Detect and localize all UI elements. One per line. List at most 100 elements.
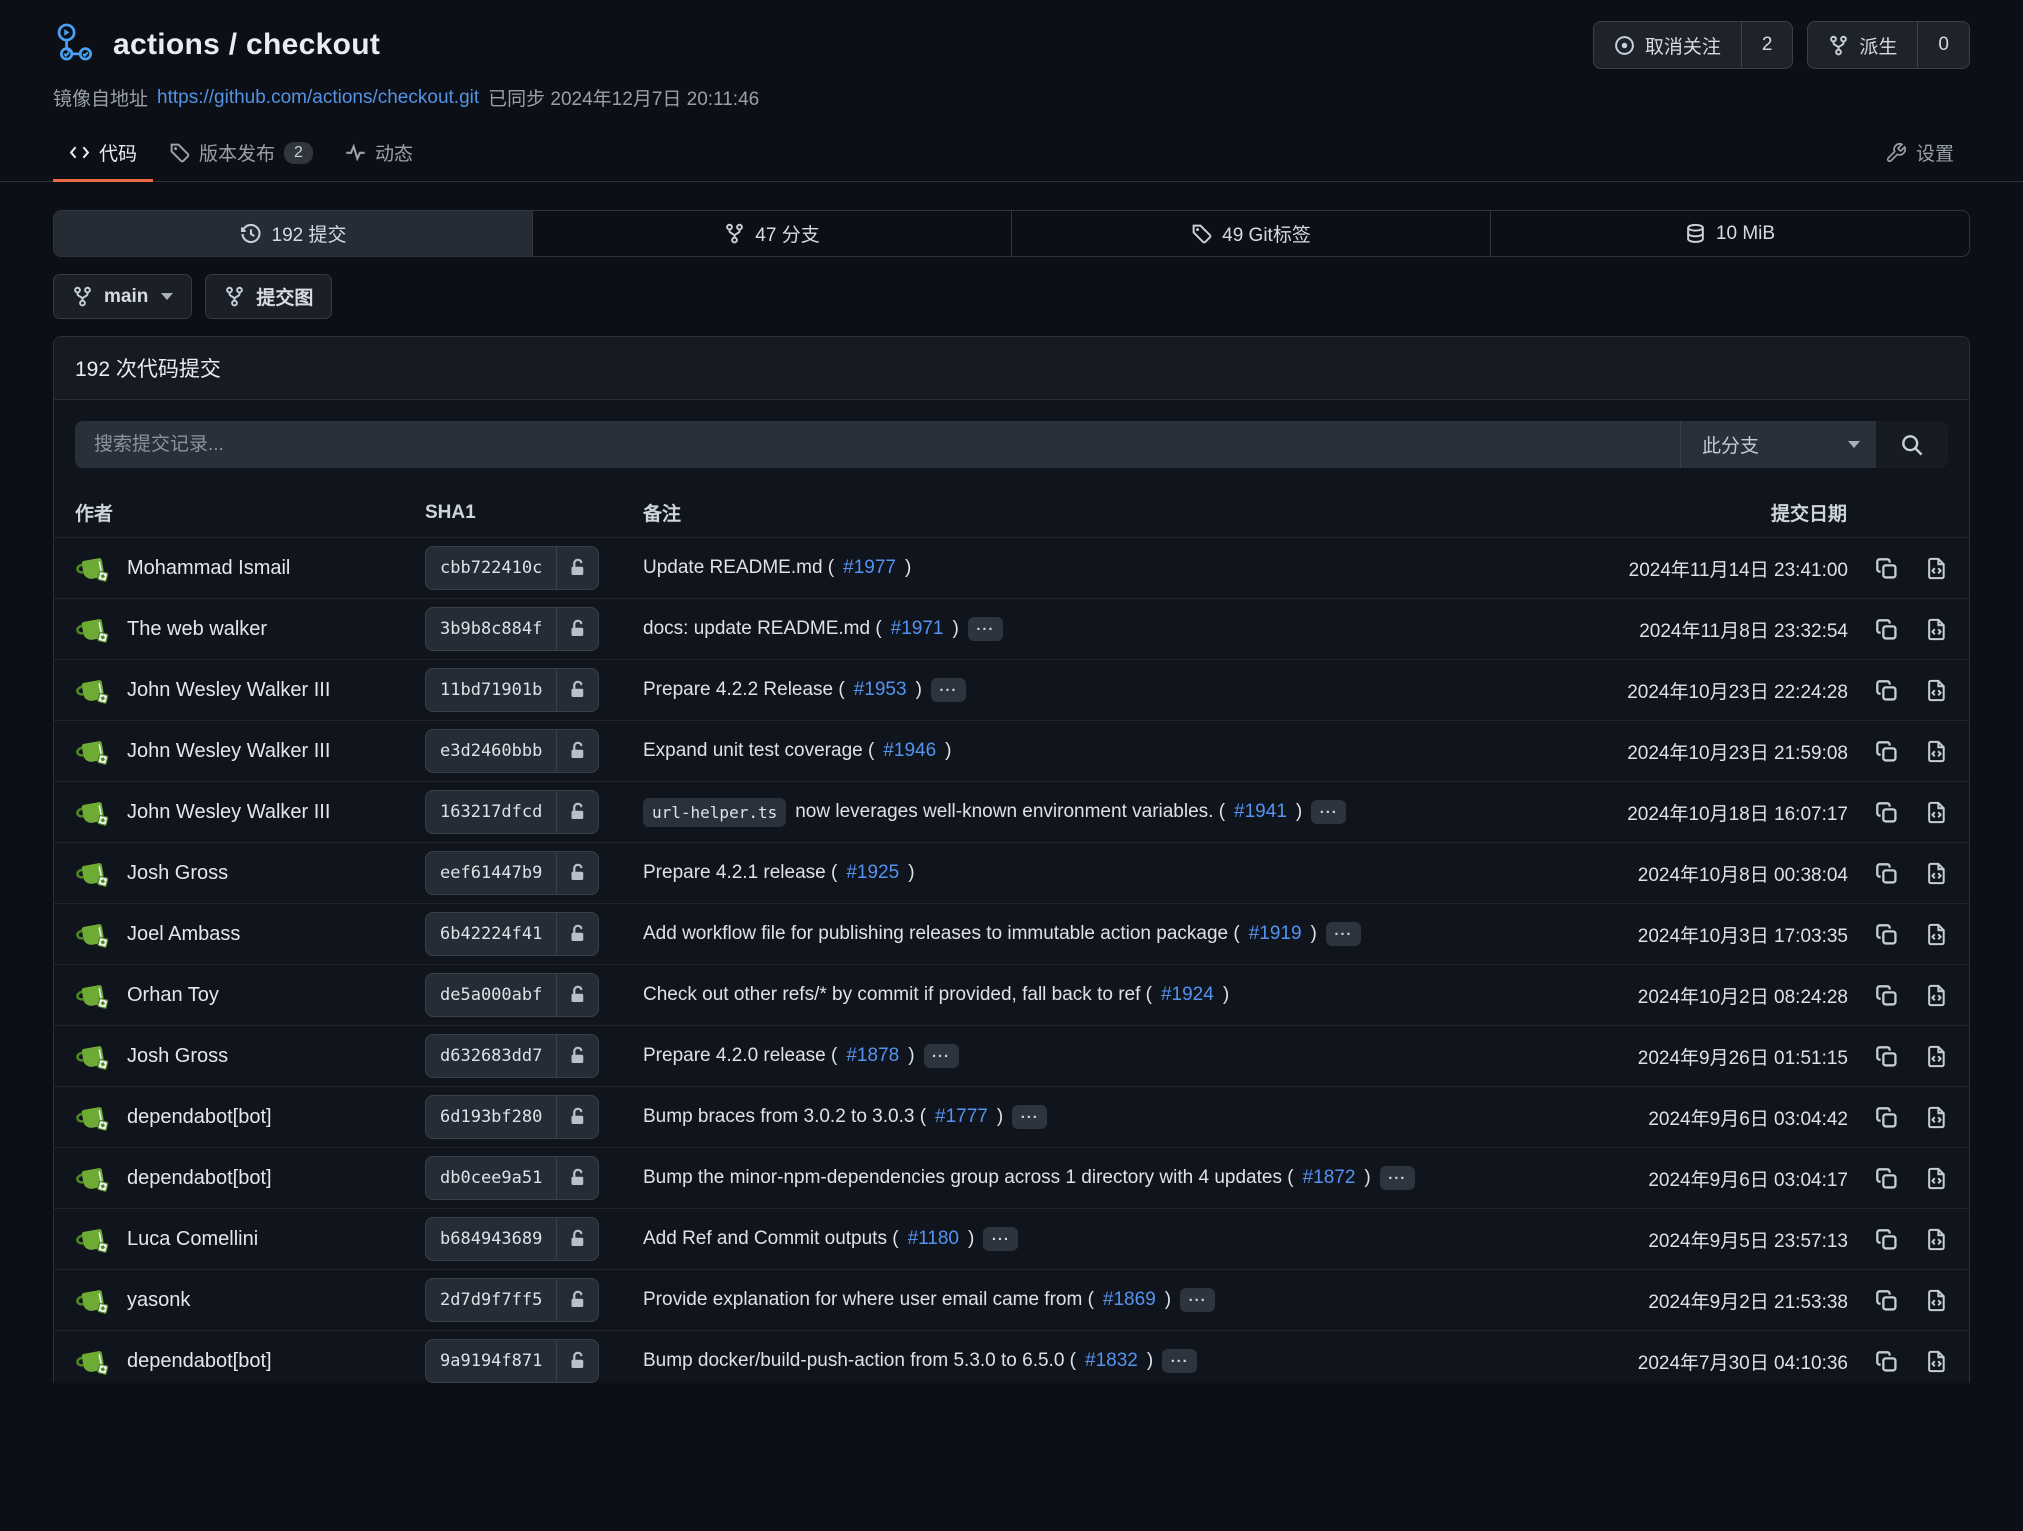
tab-code[interactable]: 代码 — [53, 129, 153, 181]
pr-link[interactable]: #1872 — [1303, 1167, 1356, 1189]
copy-sha-icon[interactable] — [1875, 862, 1898, 885]
copy-sha-icon[interactable] — [1875, 923, 1898, 946]
stat-branches[interactable]: 47 分支 — [532, 211, 1011, 256]
copy-sha-icon[interactable] — [1875, 984, 1898, 1007]
copy-sha-icon[interactable] — [1875, 618, 1898, 641]
view-file-icon[interactable] — [1925, 1045, 1948, 1068]
commit-sha-badge[interactable]: d632683dd7 — [425, 1034, 599, 1078]
commit-author[interactable]: dependabot[bot] — [127, 1167, 272, 1190]
pr-link[interactable]: #1946 — [883, 740, 936, 762]
commit-sha-badge[interactable]: 6b42224f41 — [425, 912, 599, 956]
commit-author[interactable]: The web walker — [127, 618, 267, 641]
commit-author[interactable]: John Wesley Walker III — [127, 801, 330, 824]
expand-commit-button[interactable]: ··· — [1012, 1105, 1047, 1129]
copy-sha-icon[interactable] — [1875, 557, 1898, 580]
commit-sha-badge[interactable]: 11bd71901b — [425, 668, 599, 712]
pr-link[interactable]: #1925 — [846, 862, 899, 884]
commit-sha-badge[interactable]: e3d2460bbb — [425, 729, 599, 773]
expand-commit-button[interactable]: ··· — [1326, 922, 1361, 946]
commit-sha-badge[interactable]: de5a000abf — [425, 973, 599, 1017]
copy-sha-icon[interactable] — [1875, 1167, 1898, 1190]
pr-link[interactable]: #1977 — [843, 557, 896, 579]
search-input[interactable] — [75, 421, 1680, 468]
copy-sha-icon[interactable] — [1875, 1045, 1898, 1068]
expand-commit-button[interactable]: ··· — [968, 617, 1003, 641]
commit-author[interactable]: dependabot[bot] — [127, 1106, 272, 1129]
commit-author[interactable]: dependabot[bot] — [127, 1350, 272, 1373]
tab-activity[interactable]: 动态 — [329, 129, 429, 181]
tab-settings[interactable]: 设置 — [1869, 129, 1970, 181]
view-file-icon[interactable] — [1925, 740, 1948, 763]
forks-count[interactable]: 0 — [1917, 22, 1969, 68]
copy-sha-icon[interactable] — [1875, 1106, 1898, 1129]
commit-sha-badge[interactable]: 3b9b8c884f — [425, 607, 599, 651]
pr-link[interactable]: #1953 — [854, 679, 907, 701]
commit-sha-badge[interactable]: 9a9194f871 — [425, 1339, 599, 1383]
view-file-icon[interactable] — [1925, 679, 1948, 702]
view-file-icon[interactable] — [1925, 557, 1948, 580]
pr-link[interactable]: #1878 — [846, 1045, 899, 1067]
expand-commit-button[interactable]: ··· — [931, 678, 966, 702]
pr-link[interactable]: #1180 — [908, 1228, 959, 1250]
copy-sha-icon[interactable] — [1875, 1228, 1898, 1251]
copy-sha-icon[interactable] — [1875, 740, 1898, 763]
author-avatar-teacup-icon — [75, 1160, 112, 1197]
commit-author[interactable]: Joel Ambass — [127, 923, 240, 946]
stat-tags[interactable]: 49 Git标签 — [1011, 211, 1490, 256]
mirror-url-link[interactable]: https://github.com/actions/checkout.git — [157, 87, 479, 109]
pr-link[interactable]: #1971 — [891, 618, 944, 640]
commit-author[interactable]: John Wesley Walker III — [127, 740, 330, 763]
branch-selector[interactable]: main — [53, 274, 192, 319]
pr-link[interactable]: #1869 — [1103, 1289, 1156, 1311]
branch-filter-dropdown[interactable]: 此分支 — [1680, 421, 1876, 468]
view-file-icon[interactable] — [1925, 1289, 1948, 1312]
expand-commit-button[interactable]: ··· — [1180, 1288, 1215, 1312]
stat-size[interactable]: 10 MiB — [1490, 211, 1969, 256]
view-file-icon[interactable] — [1925, 1350, 1948, 1373]
commit-sha-badge[interactable]: eef61447b9 — [425, 851, 599, 895]
commit-author[interactable]: Luca Comellini — [127, 1228, 258, 1251]
commit-sha-badge[interactable]: 6d193bf280 — [425, 1095, 599, 1139]
expand-commit-button[interactable]: ··· — [924, 1044, 959, 1068]
watchers-count[interactable]: 2 — [1741, 22, 1793, 68]
copy-sha-icon[interactable] — [1875, 801, 1898, 824]
view-file-icon[interactable] — [1925, 1228, 1948, 1251]
commit-sha-badge[interactable]: 2d7d9f7ff5 — [425, 1278, 599, 1322]
commit-sha-badge[interactable]: b684943689 — [425, 1217, 599, 1261]
view-file-icon[interactable] — [1925, 1167, 1948, 1190]
search-button[interactable] — [1876, 421, 1948, 468]
pr-link[interactable]: #1832 — [1085, 1350, 1138, 1372]
view-file-icon[interactable] — [1925, 801, 1948, 824]
commit-sha-badge[interactable]: cbb722410c — [425, 546, 599, 590]
copy-sha-icon[interactable] — [1875, 1350, 1898, 1373]
copy-sha-icon[interactable] — [1875, 1289, 1898, 1312]
fork-button[interactable]: 派生 — [1808, 22, 1917, 68]
view-file-icon[interactable] — [1925, 923, 1948, 946]
view-file-icon[interactable] — [1925, 1106, 1948, 1129]
commit-author[interactable]: John Wesley Walker III — [127, 679, 330, 702]
commit-author[interactable]: Josh Gross — [127, 1045, 228, 1068]
expand-commit-button[interactable]: ··· — [1311, 800, 1346, 824]
commit-author[interactable]: Orhan Toy — [127, 984, 219, 1007]
commit-sha-badge[interactable]: 163217dfcd — [425, 790, 599, 834]
expand-commit-button[interactable]: ··· — [1162, 1349, 1197, 1373]
view-file-icon[interactable] — [1925, 984, 1948, 1007]
pr-link[interactable]: #1941 — [1234, 801, 1287, 823]
commit-author[interactable]: Josh Gross — [127, 862, 228, 885]
pr-link[interactable]: #1919 — [1249, 923, 1302, 945]
stat-commits[interactable]: 192 提交 — [54, 211, 532, 256]
expand-commit-button[interactable]: ··· — [983, 1227, 1018, 1251]
commit-sha-badge[interactable]: db0cee9a51 — [425, 1156, 599, 1200]
commit-author[interactable]: yasonk — [127, 1289, 190, 1312]
unwatch-button[interactable]: 取消关注 — [1594, 22, 1741, 68]
pr-link[interactable]: #1777 — [935, 1106, 988, 1128]
pr-link[interactable]: #1924 — [1161, 984, 1214, 1006]
commit-author[interactable]: Mohammad Ismail — [127, 557, 290, 580]
column-date: 提交日期 — [1771, 499, 1948, 526]
view-file-icon[interactable] — [1925, 862, 1948, 885]
expand-commit-button[interactable]: ··· — [1380, 1166, 1415, 1190]
commit-graph-button[interactable]: 提交图 — [205, 274, 332, 319]
copy-sha-icon[interactable] — [1875, 679, 1898, 702]
tab-releases[interactable]: 版本发布 2 — [153, 129, 329, 181]
view-file-icon[interactable] — [1925, 618, 1948, 641]
